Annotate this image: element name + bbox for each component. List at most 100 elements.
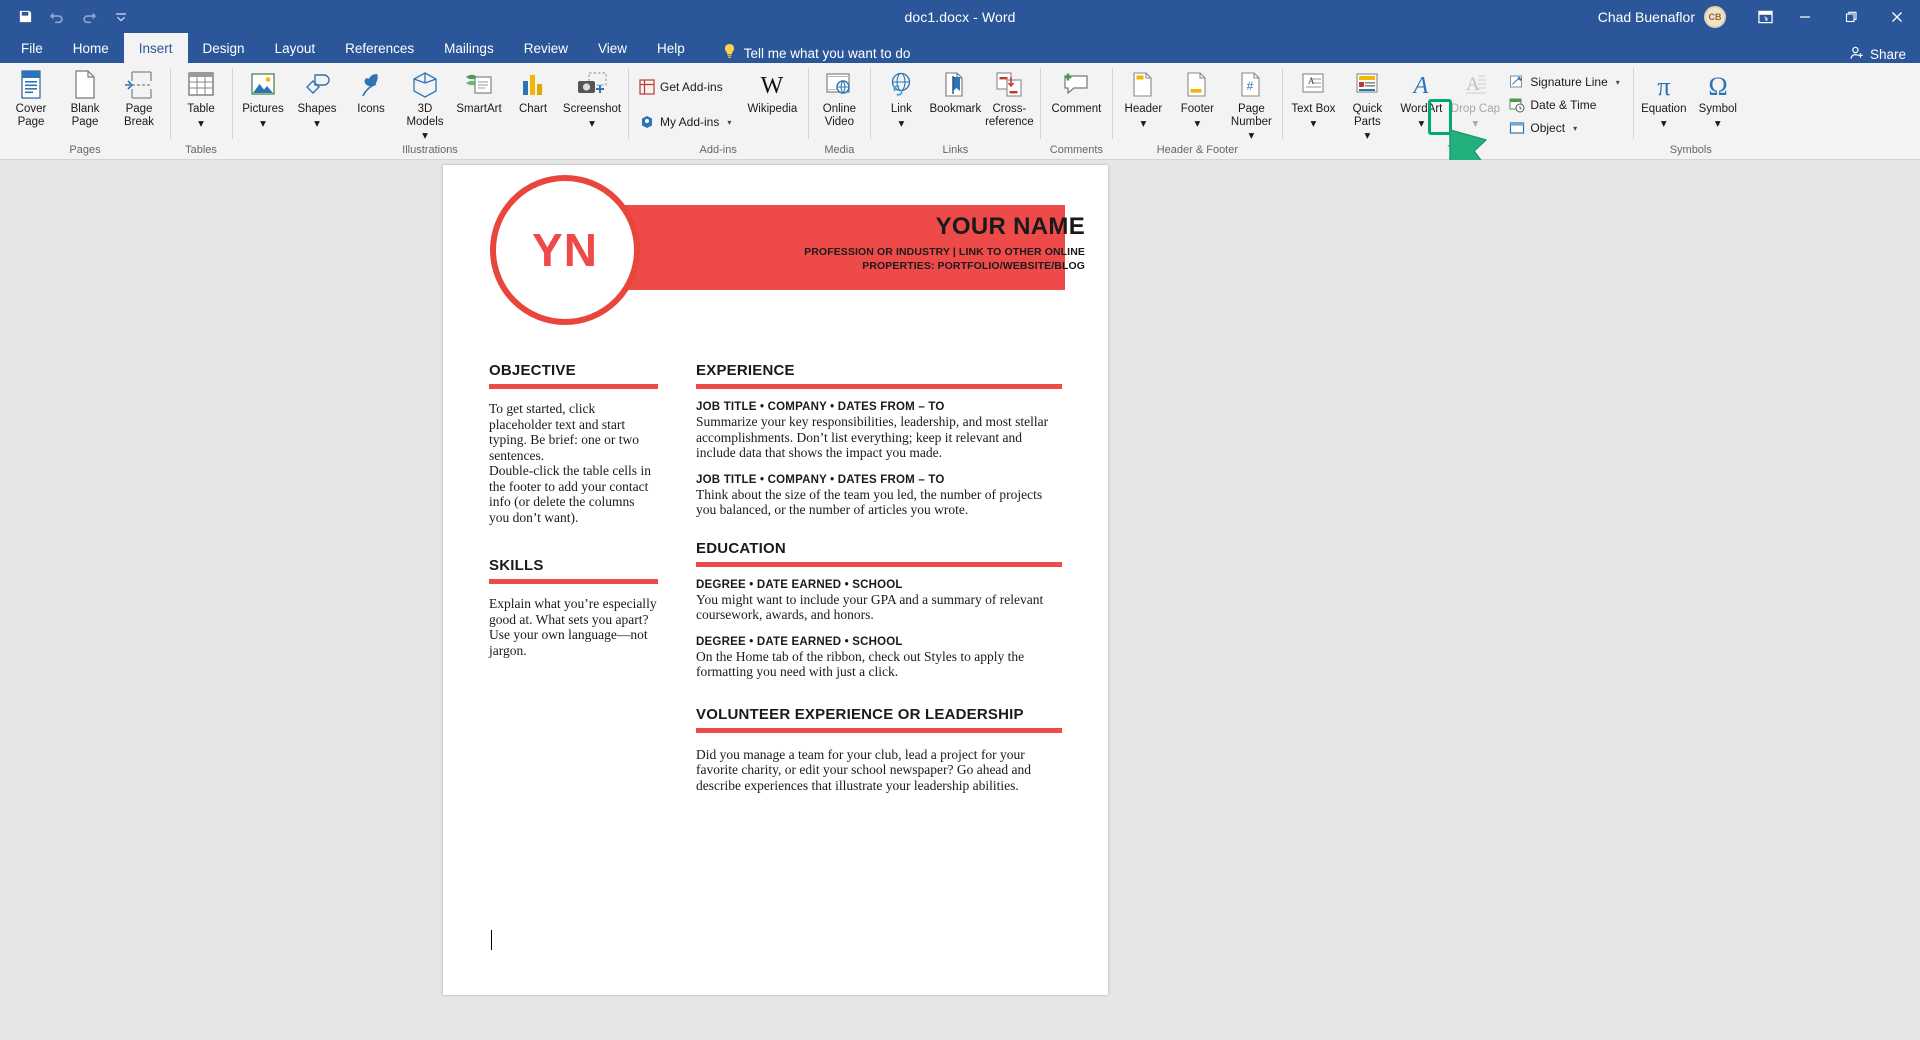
table-caret-icon[interactable]: ▾ xyxy=(198,118,204,131)
bookmark-button[interactable]: Bookmark xyxy=(928,66,982,116)
online-video-button[interactable]: Online Video xyxy=(812,66,866,128)
save-icon[interactable] xyxy=(10,4,40,30)
tab-home[interactable]: Home xyxy=(58,33,124,63)
objective-paragraph-1[interactable]: To get started, click placeholder text a… xyxy=(489,401,658,463)
resume-monogram-circle[interactable]: YN xyxy=(490,175,640,325)
education-entry-1-body[interactable]: You might want to include your GPA and a… xyxy=(696,592,1062,623)
tab-help[interactable]: Help xyxy=(642,33,700,63)
footer-caret-icon[interactable]: ▾ xyxy=(1194,118,1200,131)
get-addins-button[interactable]: Get Add-ins xyxy=(635,76,737,98)
equation-caret-icon[interactable]: ▾ xyxy=(1661,118,1667,131)
chart-button[interactable]: Chart xyxy=(506,66,560,116)
wordart-button[interactable]: A WordArt ▾ xyxy=(1394,66,1448,130)
ribbon: Cover Page Blank Page Page Break Pages T… xyxy=(0,63,1920,212)
screenshot-button[interactable]: Screenshot ▾ xyxy=(560,66,624,130)
share-button[interactable]: Share xyxy=(1850,46,1920,63)
header-label: Header xyxy=(1124,103,1163,115)
my-addins-label: My Add-ins xyxy=(660,115,720,129)
tab-view[interactable]: View xyxy=(583,33,642,63)
date-time-label: Date & Time xyxy=(1530,98,1597,112)
page-break-label: Page Break xyxy=(123,103,155,128)
object-dropdown-arrow[interactable]: ▾ xyxy=(1573,124,1577,133)
cross-reference-button[interactable]: Cross-reference xyxy=(982,66,1036,128)
3d-models-button[interactable]: 3D Models ▾ xyxy=(398,66,452,143)
education-entry-2-body[interactable]: On the Home tab of the ribbon, check out… xyxy=(696,649,1062,680)
wordart-caret-icon[interactable]: ▾ xyxy=(1418,118,1424,131)
education-entry-1-heading[interactable]: DEGREE • DATE EARNED • SCHOOL xyxy=(696,579,1062,591)
document-page[interactable]: YN YOUR NAME PROFESSION OR INDUSTRY | LI… xyxy=(443,165,1108,995)
tab-mailings[interactable]: Mailings xyxy=(429,33,509,63)
text-box-caret-icon[interactable]: ▾ xyxy=(1310,118,1316,131)
ribbon-group-text: A Text Box ▾ Quick Parts ▾ A WordArt ▾ A… xyxy=(1282,63,1632,159)
icons-button[interactable]: Icons xyxy=(344,66,398,116)
experience-entry-1-heading[interactable]: JOB TITLE • COMPANY • DATES FROM – TO xyxy=(696,401,1062,413)
skills-paragraph-1[interactable]: Explain what you’re especially good at. … xyxy=(489,596,658,658)
drop-cap-caret-icon[interactable]: ▾ xyxy=(1472,118,1478,131)
document-canvas[interactable]: YN YOUR NAME PROFESSION OR INDUSTRY | LI… xyxy=(0,160,1920,1040)
pictures-button[interactable]: Pictures ▾ xyxy=(236,66,290,130)
text-box-button[interactable]: A Text Box ▾ xyxy=(1286,66,1340,130)
group-label-symbols: Symbols xyxy=(1669,144,1712,156)
pictures-caret-icon[interactable]: ▾ xyxy=(260,118,266,131)
tab-file[interactable]: File xyxy=(6,33,58,63)
avatar[interactable]: CB xyxy=(1704,5,1726,28)
quick-parts-caret-icon[interactable]: ▾ xyxy=(1364,130,1370,143)
shapes-caret-icon[interactable]: ▾ xyxy=(314,118,320,131)
user-name[interactable]: Chad Buenaflor xyxy=(1598,9,1695,25)
tab-review[interactable]: Review xyxy=(509,33,583,63)
section-title-skills: SKILLS xyxy=(489,557,544,574)
ribbon-display-options-icon[interactable] xyxy=(1748,0,1782,33)
page-number-caret-icon[interactable]: ▾ xyxy=(1248,130,1254,143)
quick-parts-button[interactable]: Quick Parts ▾ xyxy=(1340,66,1394,143)
resume-subtitle-line2: PROPERTIES: PORTFOLIO/WEBSITE/BLOG xyxy=(862,260,1085,272)
tab-references[interactable]: References xyxy=(330,33,429,63)
undo-icon[interactable] xyxy=(42,4,72,30)
section-rule-education xyxy=(696,561,1062,567)
table-button[interactable]: Table ▾ xyxy=(174,66,228,130)
chart-label: Chart xyxy=(518,103,548,115)
resume-subtitle[interactable]: PROFESSION OR INDUSTRY | LINK TO OTHER O… xyxy=(804,245,1085,273)
experience-entry-2-heading[interactable]: JOB TITLE • COMPANY • DATES FROM – TO xyxy=(696,474,1062,486)
equation-button[interactable]: π Equation ▾ xyxy=(1637,66,1691,130)
comment-button[interactable]: Comment xyxy=(1044,66,1108,116)
tell-me-search[interactable]: Tell me what you want to do xyxy=(722,43,910,63)
wikipedia-button[interactable]: W Wikipedia xyxy=(740,66,804,116)
tab-insert[interactable]: Insert xyxy=(123,33,188,63)
my-addins-caret-icon[interactable]: ▾ xyxy=(727,118,731,127)
smartart-button[interactable]: SmartArt xyxy=(452,66,506,116)
svg-text:π: π xyxy=(1657,72,1670,100)
tab-layout[interactable]: Layout xyxy=(260,33,331,63)
close-button[interactable] xyxy=(1874,0,1920,33)
customize-quick-access-toolbar-icon[interactable] xyxy=(106,4,136,30)
my-addins-button[interactable]: My Add-ins ▾ xyxy=(635,111,737,133)
link-button[interactable]: Link ▾ xyxy=(874,66,928,130)
page-number-button[interactable]: # Page Number ▾ xyxy=(1224,66,1278,143)
objective-paragraph-2[interactable]: Double-click the table cells in the foot… xyxy=(489,463,658,525)
education-entry-2-heading[interactable]: DEGREE • DATE EARNED • SCHOOL xyxy=(696,636,1062,648)
signature-line-button[interactable]: Signature Line ▾ xyxy=(1505,71,1625,93)
minimize-button[interactable] xyxy=(1782,0,1828,33)
footer-button[interactable]: Footer ▾ xyxy=(1170,66,1224,130)
header-caret-icon[interactable]: ▾ xyxy=(1140,118,1146,131)
blank-page-button[interactable]: Blank Page xyxy=(58,66,112,128)
resume-name[interactable]: YOUR NAME xyxy=(936,213,1085,241)
screenshot-caret-icon[interactable]: ▾ xyxy=(589,118,595,131)
cover-page-button[interactable]: Cover Page xyxy=(4,66,58,128)
symbol-caret-icon[interactable]: ▾ xyxy=(1715,118,1721,131)
maximize-restore-button[interactable] xyxy=(1828,0,1874,33)
experience-entry-2-body[interactable]: Think about the size of the team you led… xyxy=(696,487,1062,518)
drop-cap-button[interactable]: A Drop Cap ▾ xyxy=(1448,66,1502,130)
header-button[interactable]: Header ▾ xyxy=(1116,66,1170,130)
screenshot-icon xyxy=(576,69,608,101)
object-button[interactable]: Object ▾ xyxy=(1505,117,1625,139)
tab-design[interactable]: Design xyxy=(188,33,260,63)
page-break-button[interactable]: Page Break xyxy=(112,66,166,128)
link-caret-icon[interactable]: ▾ xyxy=(898,118,904,131)
redo-icon[interactable] xyxy=(74,4,104,30)
experience-entry-1-body[interactable]: Summarize your key responsibilities, lea… xyxy=(696,414,1062,461)
date-time-button[interactable]: Date & Time xyxy=(1505,94,1625,116)
shapes-button[interactable]: Shapes ▾ xyxy=(290,66,344,130)
symbol-button[interactable]: Ω Symbol ▾ xyxy=(1691,66,1745,130)
volunteer-entry-1-body[interactable]: Did you manage a team for your club, lea… xyxy=(696,747,1062,794)
signature-line-caret-icon[interactable]: ▾ xyxy=(1616,78,1620,87)
